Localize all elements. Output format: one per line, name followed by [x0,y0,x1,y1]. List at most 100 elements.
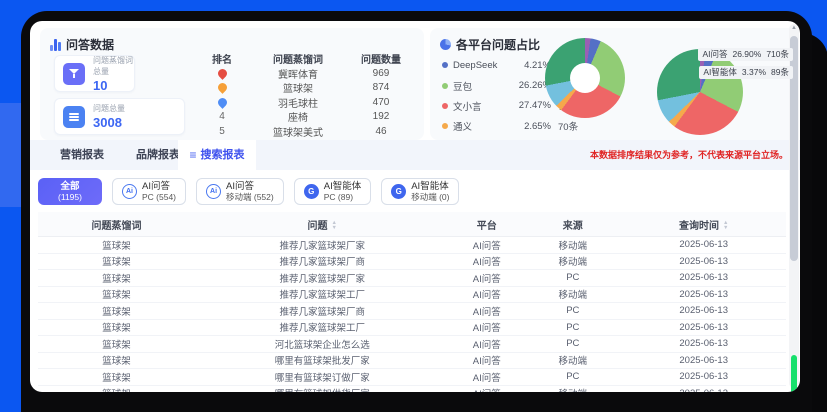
ranking-count: 969 [350,68,412,79]
rank-3-flame-icon [216,96,229,109]
stat-label: 问题蒸馏词总量 [93,55,134,77]
rank-2-flame-icon [216,81,229,94]
disclaimer-text: 本数据排序结果仅为参考，不代表来源平台立场。 [590,140,788,170]
stat-card-keywords-total: 问题蒸馏词总量 10 [54,55,135,92]
filter-icon [63,63,85,85]
tab-label: 搜索报表 [201,140,245,170]
table-row: 篮球架哪里有篮球架供货厂家AI问答移动端2025-06-13 [38,386,786,393]
qa-data-panel: 问答数据 问题蒸馏词总量 10 问题总量 3008 排名 问题蒸馏词 [40,28,424,140]
dashboard-window: 问答数据 问题蒸馏词总量 10 问题总量 3008 排名 问题蒸馏词 [30,21,800,392]
tab-search-report[interactable]: ≡ 搜索报表 [178,140,256,170]
filter-label: AI问答 [142,181,170,192]
filter-label: AI问答 [226,181,254,192]
pie-chart-icon [440,39,451,50]
legend-dot [442,123,448,129]
table-row: 篮球架推荐几家篮球架厂商AI问答移动端2025-06-13 [38,254,786,271]
ranking-keyword: 冀晖体育 [246,66,350,81]
platform-donut-chart[interactable] [545,38,625,118]
ranking-col-rank: 排名 [198,51,246,66]
ai-agent-icon: G [304,184,319,199]
filter-ai-agent-pc-button[interactable]: G AI智能体 PC (89) [294,178,371,205]
ranking-keyword: 篮球架美式 [246,124,350,139]
table-row: 篮球架河北篮球架企业怎么选AI问答PC2025-06-13 [38,336,786,353]
col-keyword: 问题蒸馏词 [38,217,195,232]
bar-chart-icon [50,39,61,51]
ranking-rank: 5 [198,126,246,137]
questions-table: 问题蒸馏词 问题▲▼ 平台 来源 查询时间▲▼ 篮球架推荐几家篮球架厂家AI问答… [38,212,786,392]
ranking-row: 羽毛球柱 470 [198,95,418,110]
table-row: 篮球架哪里有篮球架批发厂家AI问答移动端2025-06-13 [38,353,786,370]
filter-count: 移动端 (0) [411,192,449,202]
table-row: 篮球架推荐几家篮球架厂家AI问答移动端2025-06-13 [38,237,786,254]
donut-hole [570,63,600,93]
table-row: 篮球架推荐几家篮球架工厂AI问答移动端2025-06-13 [38,287,786,304]
legend-pct: 2.65% [509,121,551,132]
filter-ai-qa-mobile-button[interactable]: Ai AI问答 移动端 (552) [196,178,284,205]
col-time: 查询时间▲▼ [621,217,786,232]
stat-value: 3008 [93,115,125,130]
filter-ai-qa-pc-button[interactable]: Ai AI问答 PC (554) [112,178,186,205]
filter-count: (1195) [58,192,82,202]
col-platform: 平台 [449,217,524,232]
legend-count: 70条 [558,119,578,133]
stat-card-questions-total: 问题总量 3008 [54,98,185,135]
ranking-keyword: 座椅 [246,109,350,124]
list-icon: ≡ [189,140,196,170]
sort-icon[interactable]: ▲▼ [723,221,728,230]
report-tabbar: 营销报表 品牌报表 ≡ 搜索报表 本数据排序结果仅为参考，不代表来源平台立场。 [30,140,800,170]
filter-count: PC (89) [324,192,353,202]
ranking-row: 篮球架 874 [198,81,418,96]
legend-name: DeepSeek [453,60,509,71]
ranking-rank: 4 [198,111,246,122]
qa-panel-title: 问答数据 [66,36,114,53]
ai-agent-icon: G [391,184,406,199]
pie-label-ai-agent: AI智能体3.37%89条 [699,66,793,79]
ranking-count: 46 [350,126,412,137]
legend-name: 通义 [453,119,509,133]
ranking-keyword: 羽毛球柱 [246,95,350,110]
table-row: 篮球架推荐几家篮球架工厂AI问答PC2025-06-13 [38,320,786,337]
table-row: 篮球架推荐几家篮球架厂家AI问答PC2025-06-13 [38,270,786,287]
share-panel-title: 各平台问题占比 [456,36,540,53]
stat-value: 10 [93,78,134,93]
legend-dot [442,103,448,109]
legend-name: 豆包 [453,79,509,93]
ranking-col-count: 问题数量 [350,51,412,66]
legend-name: 文小言 [453,99,509,113]
ranking-count: 874 [350,82,412,93]
col-question: 问题▲▼ [195,217,449,232]
scrollbar-green-indicator[interactable] [791,355,797,392]
ranking-col-keyword: 问题蒸馏词 [246,51,350,66]
filter-label: AI智能体 [324,181,361,192]
tab-marketing-report[interactable]: 营销报表 [46,140,118,170]
legend-dot [442,62,448,68]
ai-qa-icon: Ai [206,184,221,199]
qa-panel-header: 问答数据 [50,36,114,53]
rank-1-flame-icon [216,67,229,80]
legend-pct: 4.21% [509,60,551,71]
filter-ai-agent-mobile-button[interactable]: G AI智能体 移动端 (0) [381,178,459,205]
ranking-keyword: 篮球架 [246,80,350,95]
table-header-row: 问题蒸馏词 问题▲▼ 平台 来源 查询时间▲▼ [38,212,786,237]
table-row: 篮球架哪里有篮球架订做厂家AI问答PC2025-06-13 [38,369,786,386]
legend-dot [442,83,448,89]
ranking-row: 冀晖体育 969 [198,66,418,81]
filter-label: AI智能体 [411,181,448,192]
filter-label: 全部 [60,181,79,192]
platform-pie-chart[interactable] [657,49,743,135]
filter-all-button[interactable]: 全部 (1195) [38,178,102,205]
legend-pct: 27.47% [509,100,551,111]
keyword-ranking-table: 排名 问题蒸馏词 问题数量 冀晖体育 969 篮球架 874 羽毛球柱 470 … [198,50,418,139]
table-row: 篮球架推荐几家篮球架厂商AI问答PC2025-06-13 [38,303,786,320]
filter-count: PC (554) [142,192,176,202]
legend-item-tongyi[interactable]: 通义 2.65% 70条 [442,116,583,136]
pie-label-ai-qa: AI问答26.90%710条 [698,48,793,61]
scrollbar-up-arrow-icon[interactable]: ▲ [789,25,799,31]
ranking-row: 5 篮球架美式 46 [198,124,418,139]
share-panel-header: 各平台问题占比 [440,36,540,53]
platform-filters: 全部 (1195) Ai AI问答 PC (554) Ai AI问答 移动端 (… [38,178,459,205]
sort-icon[interactable]: ▲▼ [332,221,337,230]
ranking-count: 192 [350,111,412,122]
col-source: 来源 [524,217,621,232]
ranking-header: 排名 问题蒸馏词 问题数量 [198,50,418,66]
